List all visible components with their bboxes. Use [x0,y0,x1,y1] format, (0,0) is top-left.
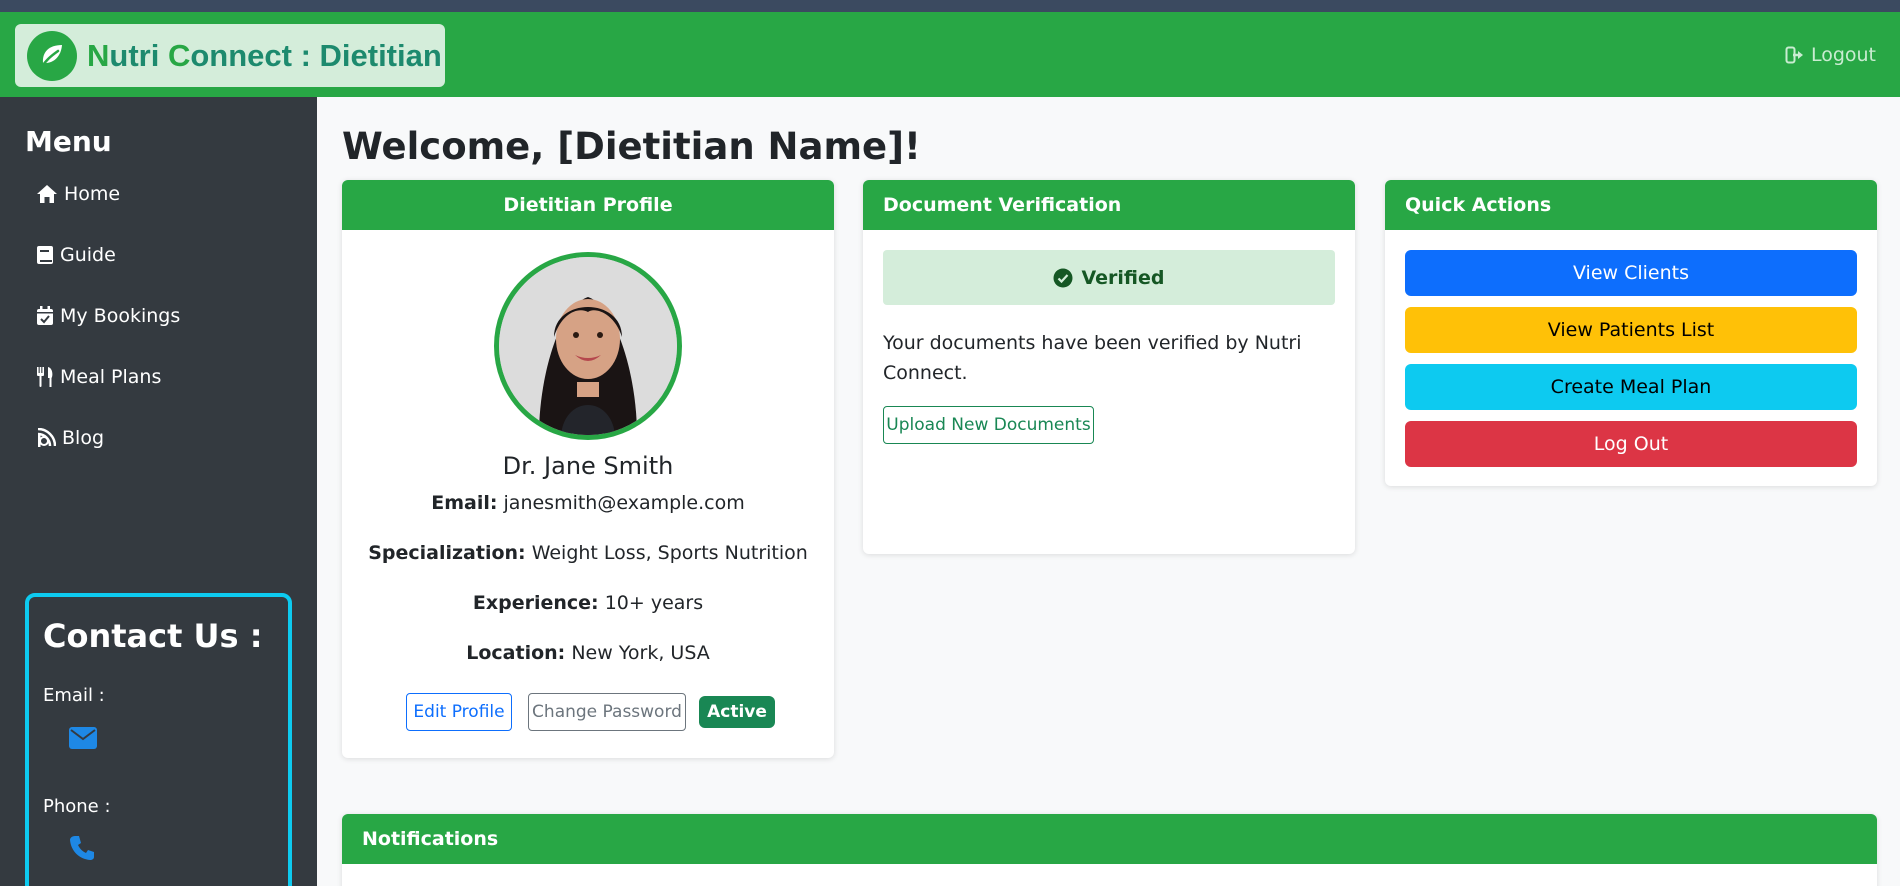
log-out-button[interactable]: Log Out [1405,421,1857,467]
top-strip [0,0,1900,12]
sidebar-item-label: Meal Plans [60,366,162,388]
sidebar: Menu Home Guide My Bookings Meal Plans B… [0,97,317,886]
navbar-logout-link[interactable]: Logout [1785,44,1876,66]
quick-actions-header: Quick Actions [1385,180,1877,230]
view-patients-list-button[interactable]: View Patients List [1405,307,1857,353]
sidebar-item-label: Home [64,183,121,205]
notifications-card: Notifications [342,814,1877,886]
profile-card: Dietitian Profile Dr. Jane Smith Email: … [342,180,834,758]
profile-specialization-line: Specialization: Weight Loss, Sports Nutr… [368,542,808,564]
verified-status-alert: Verified [883,250,1335,305]
contact-us-box: Contact Us : Email : Phone : [25,593,292,886]
brand-logo-block[interactable]: Nutri Connect : Dietitian [15,24,445,87]
sidebar-item-guide[interactable]: Guide [36,244,116,266]
main-content: Welcome, [Dietitian Name]! Dietitian Pro… [317,97,1900,886]
status-badge: Active [699,696,775,728]
book-icon [37,246,53,264]
calendar-check-icon [37,306,53,325]
document-verification-card: Document Verification Verified Your docu… [863,180,1355,554]
sidebar-title: Menu [25,125,112,158]
notifications-header: Notifications [342,814,1877,864]
navbar-logout-label: Logout [1810,44,1876,66]
verified-status-label: Verified [1081,266,1165,289]
sidebar-item-label: My Bookings [60,305,181,327]
sidebar-item-home[interactable]: Home [36,183,120,205]
sidebar-item-label: Blog [62,427,104,449]
profile-email-line: Email: janesmith@example.com [431,492,745,514]
profile-experience-line: Experience: 10+ years [472,592,704,614]
top-navbar: Nutri Connect : Dietitian Logout [0,12,1900,97]
profile-card-header: Dietitian Profile [342,180,834,230]
envelope-icon[interactable] [69,727,97,753]
sign-out-icon [1785,46,1803,64]
profile-avatar [494,252,682,440]
sidebar-item-label: Guide [60,244,116,266]
sidebar-item-my-bookings[interactable]: My Bookings [36,305,180,327]
check-circle-icon [1053,268,1073,287]
blog-icon [37,428,56,447]
phone-icon[interactable] [69,835,95,865]
view-clients-button[interactable]: View Clients [1405,250,1857,296]
sidebar-item-meal-plans[interactable]: Meal Plans [36,366,161,388]
brand-title: Nutri Connect : Dietitian [87,37,442,73]
sidebar-item-blog[interactable]: Blog [36,427,104,449]
verification-message: Your documents have been verified by Nut… [883,332,1302,384]
upload-documents-button[interactable]: Upload New Documents [883,406,1094,444]
profile-location-line: Location: New York, USA [466,642,710,664]
document-card-header: Document Verification [863,180,1355,230]
create-meal-plan-button[interactable]: Create Meal Plan [1405,364,1857,410]
edit-profile-button[interactable]: Edit Profile [406,693,512,731]
welcome-heading: Welcome, [Dietitian Name]! [342,125,921,168]
utensils-icon [37,367,53,387]
profile-name: Dr. Jane Smith [502,452,674,480]
change-password-button[interactable]: Change Password [528,693,686,731]
quick-actions-card: Quick Actions View Clients View Patients… [1385,180,1877,486]
contact-phone-label: Phone : [43,796,111,817]
contact-title: Contact Us : [43,617,263,655]
home-icon [37,185,57,203]
contact-email-label: Email : [43,685,105,706]
leaf-logo-icon [27,30,77,81]
